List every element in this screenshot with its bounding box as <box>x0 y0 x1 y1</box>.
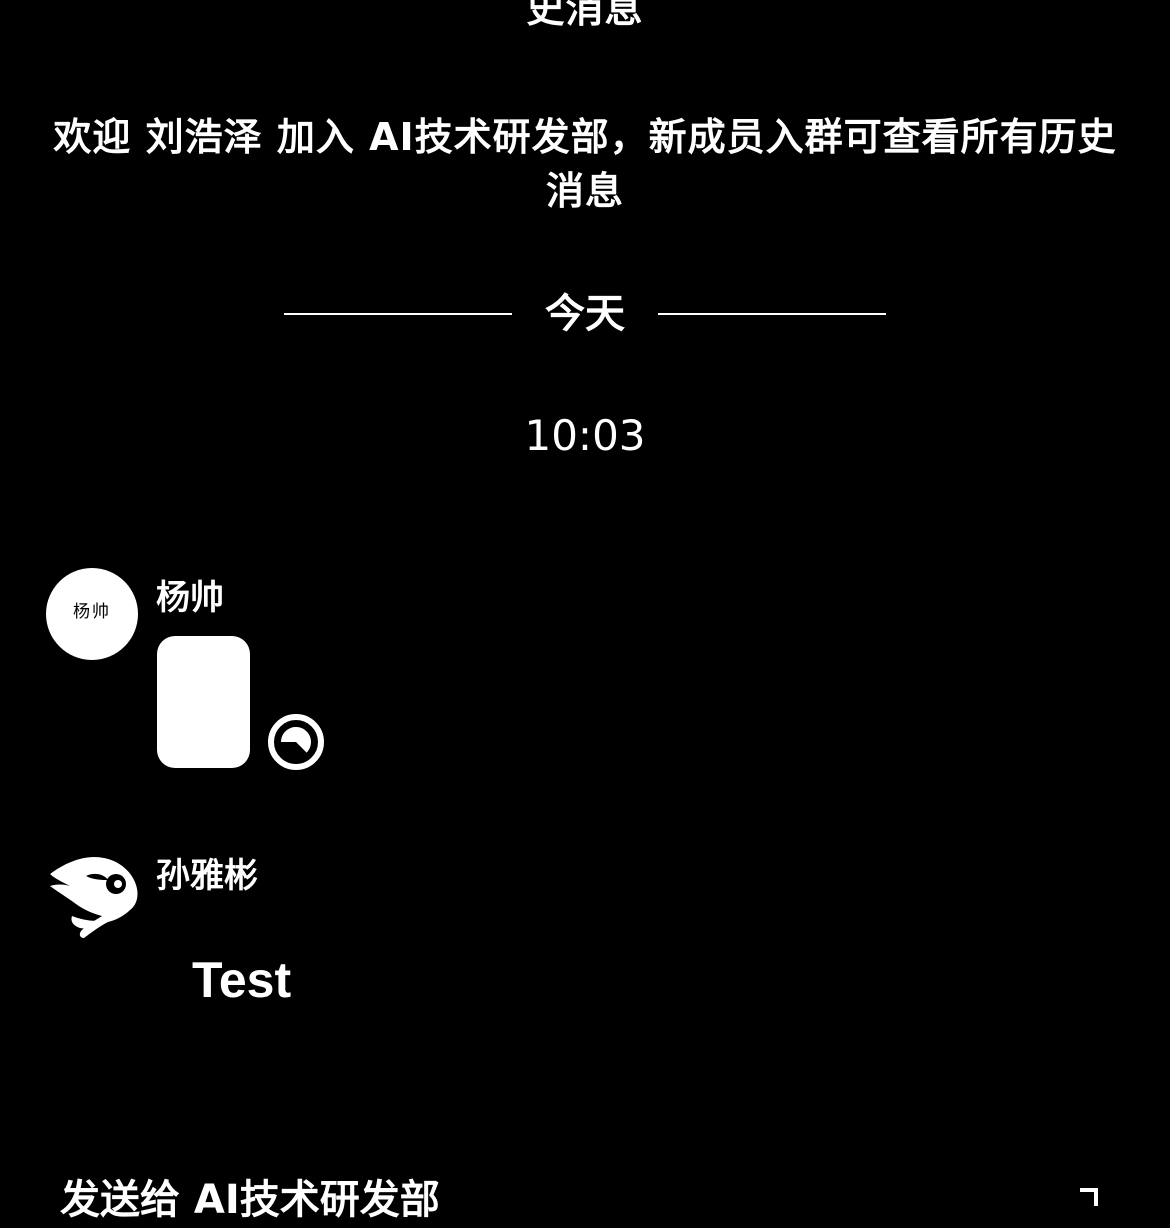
date-divider-label: 今天 <box>545 291 625 337</box>
text-message[interactable]: Test <box>192 950 291 1010</box>
divider-line-right <box>658 313 886 315</box>
message-item: 孙雅彬 Test <box>46 846 1126 1016</box>
sender-name: 孙雅彬 <box>156 856 258 896</box>
expand-icon[interactable] <box>1074 1186 1104 1216</box>
message-input[interactable] <box>60 1176 960 1224</box>
chat-history: 史消息 欢迎 刘浩泽 加入 AI技术研发部，新成员入群可查看所有历史消息 今天 … <box>0 0 1170 1200</box>
sender-name: 杨帅 <box>156 578 224 618</box>
pending-clock-icon[interactable] <box>267 713 325 771</box>
avatar[interactable]: 杨帅 <box>46 568 138 660</box>
avatar-text: 杨帅 <box>73 602 111 622</box>
date-divider: 今天 <box>0 282 1170 346</box>
avatar[interactable] <box>46 846 142 942</box>
system-message-partial: 史消息 <box>526 0 644 31</box>
system-message-welcome: 欢迎 刘浩泽 加入 AI技术研发部，新成员入群可查看所有历史消息 <box>53 115 1117 213</box>
message-item: 杨帅 杨帅 <box>46 568 1126 788</box>
cartoon-character-avatar-icon <box>50 856 138 938</box>
image-message[interactable] <box>157 636 250 768</box>
message-input-bar <box>0 1168 1170 1228</box>
message-timestamp: 10:03 <box>524 411 646 460</box>
